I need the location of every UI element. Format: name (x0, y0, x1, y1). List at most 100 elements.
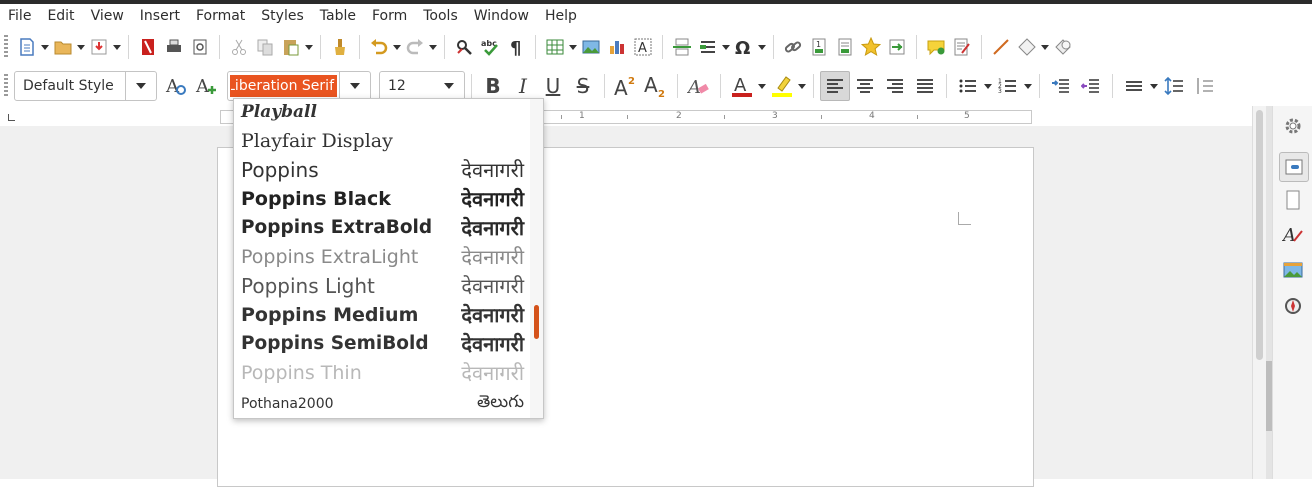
line-spacing-dropdown[interactable] (1149, 73, 1159, 99)
bold-button[interactable]: B (478, 71, 508, 101)
align-right-icon[interactable] (880, 71, 910, 101)
basic-shapes-dropdown[interactable] (1040, 34, 1050, 60)
tab-stop-selector[interactable] (8, 114, 15, 121)
special-character-dropdown[interactable] (757, 34, 767, 60)
font-option-poppins-black[interactable]: Poppins Black देवनागरी (234, 184, 530, 213)
navigator-icon[interactable] (1279, 292, 1307, 320)
undo-icon[interactable] (366, 34, 392, 60)
find-replace-icon[interactable] (451, 34, 477, 60)
highlight-color-icon[interactable] (767, 71, 797, 101)
font-list-scrollbar[interactable] (530, 99, 543, 418)
font-name-combo[interactable]: Liberation Serif (227, 71, 371, 101)
copy-icon[interactable] (252, 34, 278, 60)
line-icon[interactable] (988, 34, 1014, 60)
font-name-dropdown-list[interactable]: Playball Playfair Display Poppins देवनाग… (233, 98, 544, 419)
decrease-paragraph-spacing-icon[interactable] (1189, 71, 1219, 101)
font-option-poppins-thin[interactable]: Poppins Thin देवनागरी (234, 358, 530, 387)
font-size-value[interactable]: 12 (380, 72, 434, 100)
clone-formatting-icon[interactable] (327, 34, 353, 60)
numbered-list-dropdown[interactable] (1023, 73, 1033, 99)
gallery-icon[interactable] (1279, 256, 1307, 284)
justify-icon[interactable] (910, 71, 940, 101)
menu-format[interactable]: Format (188, 4, 253, 28)
menu-styles[interactable]: Styles (253, 4, 311, 28)
strikethrough-button[interactable]: S (568, 71, 598, 101)
menu-tools[interactable]: Tools (415, 4, 466, 28)
print-icon[interactable] (161, 34, 187, 60)
line-spacing-icon[interactable] (1119, 71, 1149, 101)
menu-table[interactable]: Table (312, 4, 364, 28)
font-option-poppins-extralight[interactable]: Poppins ExtraLight देवनागरी (234, 242, 530, 271)
shapes-icon[interactable] (1050, 34, 1076, 60)
comment-icon[interactable] (923, 34, 949, 60)
paste-icon[interactable] (278, 34, 304, 60)
vertical-scrollbar[interactable] (1252, 106, 1267, 479)
sidebar-toggle-icon[interactable] (1279, 152, 1309, 182)
properties-gear-icon[interactable] (1279, 112, 1307, 140)
open-folder-icon[interactable] (50, 34, 76, 60)
menu-form[interactable]: Form (364, 4, 415, 28)
insert-page-break-icon[interactable] (669, 34, 695, 60)
page-icon[interactable] (1279, 186, 1307, 214)
underline-button[interactable]: U (538, 71, 568, 101)
redo-dropdown[interactable] (428, 34, 438, 60)
save-dropdown[interactable] (112, 34, 122, 60)
export-pdf-icon[interactable] (135, 34, 161, 60)
redo-icon[interactable] (402, 34, 428, 60)
numbered-list-icon[interactable]: 123 (993, 71, 1023, 101)
font-option-poppins[interactable]: Poppins देवनागरी (234, 155, 530, 184)
increase-indent-icon[interactable] (1046, 71, 1076, 101)
insert-table-icon[interactable] (542, 34, 568, 60)
toolbar-grip[interactable] (4, 74, 8, 98)
font-name-dropdown[interactable] (339, 72, 370, 100)
menu-edit[interactable]: Edit (39, 4, 82, 28)
open-dropdown[interactable] (76, 34, 86, 60)
paste-dropdown[interactable] (304, 34, 314, 60)
font-color-dropdown[interactable] (757, 73, 767, 99)
decrease-indent-icon[interactable] (1076, 71, 1106, 101)
paragraph-style-dropdown[interactable] (125, 72, 156, 100)
table-dropdown[interactable] (568, 34, 578, 60)
basic-shapes-icon[interactable] (1014, 34, 1040, 60)
bookmark-icon[interactable] (858, 34, 884, 60)
italic-button[interactable]: I (508, 71, 538, 101)
field-dropdown[interactable] (721, 34, 731, 60)
subscript-icon[interactable]: A2 (641, 71, 671, 101)
menu-window[interactable]: Window (466, 4, 537, 28)
font-option-playball[interactable]: Playball (234, 99, 530, 126)
formatting-marks-icon[interactable]: ¶ (503, 34, 529, 60)
increase-paragraph-spacing-icon[interactable] (1159, 71, 1189, 101)
footnote-icon[interactable]: 1 (806, 34, 832, 60)
special-character-icon[interactable]: Ω (731, 34, 757, 60)
insert-textbox-icon[interactable]: A (630, 34, 656, 60)
clear-formatting-icon[interactable]: A (684, 71, 714, 101)
menu-file[interactable]: File (0, 4, 39, 28)
undo-dropdown[interactable] (392, 34, 402, 60)
spellcheck-icon[interactable]: abc (477, 34, 503, 60)
font-size-dropdown[interactable] (434, 72, 464, 100)
menu-view[interactable]: View (83, 4, 132, 28)
print-preview-icon[interactable] (187, 34, 213, 60)
track-changes-icon[interactable] (949, 34, 975, 60)
hyperlink-icon[interactable] (780, 34, 806, 60)
save-icon[interactable] (86, 34, 112, 60)
font-name-field[interactable]: Liberation Serif (228, 72, 339, 100)
menu-insert[interactable]: Insert (132, 4, 188, 28)
align-left-icon[interactable] (820, 71, 850, 101)
font-option-poppins-extrabold[interactable]: Poppins ExtraBold देवनागरी (234, 213, 530, 242)
font-name-value[interactable]: Liberation Serif (230, 75, 337, 97)
insert-field-icon[interactable] (695, 34, 721, 60)
font-option-poppins-medium[interactable]: Poppins Medium देवनागरी (234, 300, 530, 329)
font-option-poppins-semibold[interactable]: Poppins SemiBold देवनागरी (234, 329, 530, 358)
bulleted-list-dropdown[interactable] (983, 73, 993, 99)
highlight-color-dropdown[interactable] (797, 73, 807, 99)
paragraph-style-value[interactable]: Default Style (15, 72, 125, 100)
new-dropdown[interactable] (40, 34, 50, 60)
font-option-poppins-light[interactable]: Poppins Light देवनागरी (234, 271, 530, 300)
align-center-icon[interactable] (850, 71, 880, 101)
toolbar-grip[interactable] (4, 35, 8, 59)
insert-image-icon[interactable] (578, 34, 604, 60)
bulleted-list-icon[interactable] (953, 71, 983, 101)
cross-reference-icon[interactable] (884, 34, 910, 60)
paragraph-style-combo[interactable]: Default Style (14, 71, 157, 101)
